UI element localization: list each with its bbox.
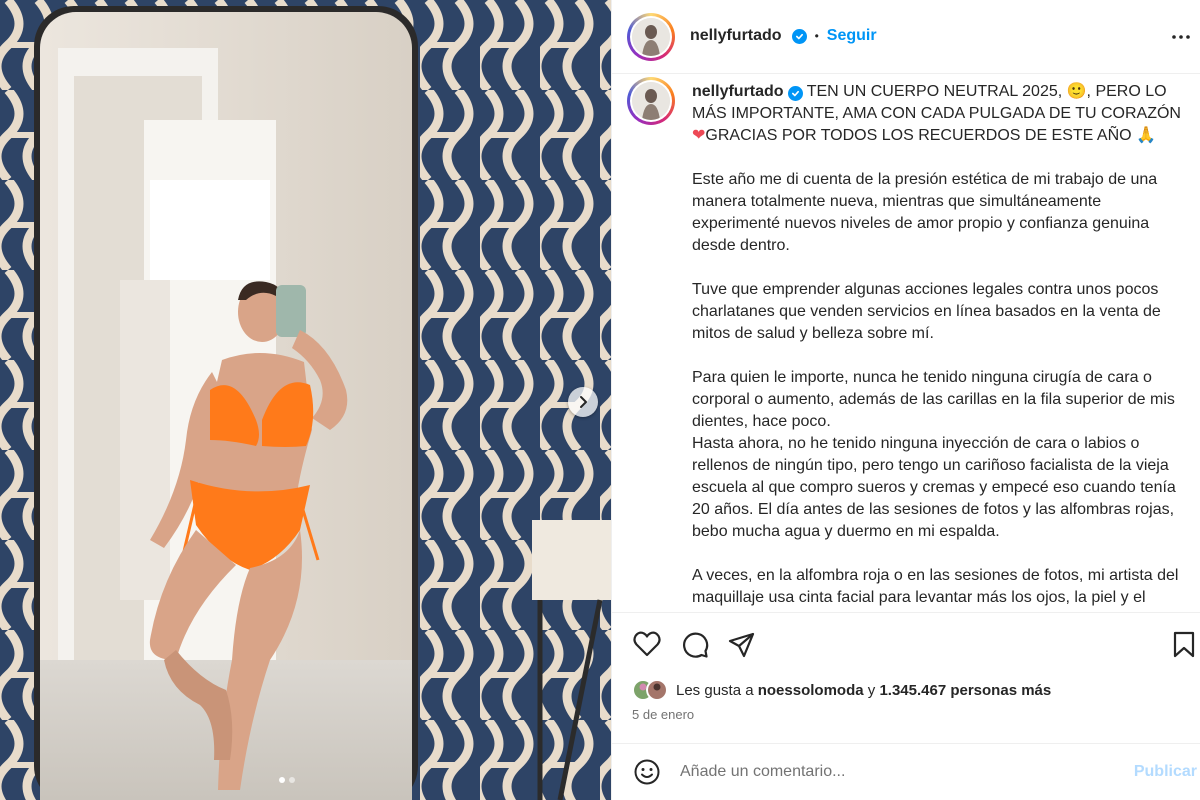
caption-headline: nellyfurtado TEN UN CUERPO NEUTRAL 2025,… — [692, 81, 1192, 147]
likes-count[interactable]: 1.345.467 personas más — [879, 682, 1051, 699]
comment-icon — [683, 632, 709, 658]
heart-icon — [633, 631, 661, 657]
comment-button[interactable] — [681, 631, 709, 664]
caption-headline-1: TEN UN CUERPO NEUTRAL 2025, 🙂, PERO LO — [806, 83, 1167, 100]
comment-input[interactable] — [680, 758, 1110, 786]
liker-avatar — [646, 679, 668, 701]
header-separator: • — [814, 29, 819, 43]
caption-headline-2: MÁS IMPORTANTE, AMA CON CADA PULGADA DE … — [692, 105, 1181, 122]
likes-user-link[interactable]: noessolomoda — [758, 682, 864, 699]
caption-text: nellyfurtado TEN UN CUERPO NEUTRAL 2025,… — [692, 81, 1192, 612]
verified-badge-icon — [791, 28, 807, 44]
caption-paragraph-3: Para quien le importe, nunca he tenido n… — [692, 369, 1175, 430]
like-button[interactable] — [633, 631, 661, 662]
caption-paragraph-4: Hasta ahora, no he tenido ninguna inyecc… — [692, 435, 1176, 540]
author-username[interactable]: nellyfurtado — [690, 27, 782, 45]
comment-box: Publicar — [612, 743, 1200, 800]
heart-emoji-icon: ❤ — [692, 127, 706, 144]
post-photo — [0, 0, 611, 800]
caption-scroll-area[interactable]: nellyfurtado TEN UN CUERPO NEUTRAL 2025,… — [612, 75, 1200, 612]
carousel-dot — [289, 777, 295, 783]
caption-paragraph-2: Tuve que emprender algunas acciones lega… — [692, 281, 1161, 342]
avatar-image — [632, 82, 670, 120]
caption-headline-3: GRACIAS POR TODOS LOS RECUERDOS DE ESTE … — [705, 127, 1156, 144]
avatar-image — [632, 18, 670, 56]
caption-username[interactable]: nellyfurtado — [692, 83, 784, 100]
emoji-icon — [634, 759, 660, 785]
carousel-indicator — [279, 777, 295, 783]
more-options-button[interactable] — [1171, 27, 1191, 52]
likes-prefix: Les gusta a — [676, 681, 754, 699]
carousel-dot-active — [279, 777, 285, 783]
bookmark-icon — [1173, 631, 1195, 658]
caption-paragraph-1: Este año me di cuenta de la presión esté… — [692, 171, 1158, 254]
post-details-panel: nellyfurtado • Seguir nellyfurtado TEN U… — [611, 0, 1200, 800]
next-slide-button[interactable] — [568, 387, 598, 417]
chevron-right-icon — [580, 396, 587, 408]
caption-paragraph-5: A veces, en la alfombra roja o en las se… — [692, 567, 1179, 612]
save-button[interactable] — [1172, 631, 1196, 664]
send-icon — [728, 632, 755, 658]
post-media — [0, 0, 611, 800]
post-actions: Les gusta a noessolomoda y 1.345.467 per… — [612, 612, 1200, 792]
post-date[interactable]: 5 de enero — [632, 707, 694, 722]
post-header: nellyfurtado • Seguir — [612, 0, 1200, 74]
likes-summary: Les gusta a noessolomoda y 1.345.467 per… — [632, 679, 1051, 701]
share-button[interactable] — [728, 631, 756, 664]
follow-button[interactable]: Seguir — [827, 27, 877, 45]
verified-badge-icon — [787, 86, 803, 101]
publish-button[interactable]: Publicar — [1134, 763, 1197, 781]
likes-conj: y — [867, 681, 876, 699]
emoji-button[interactable] — [634, 759, 660, 790]
author-avatar[interactable] — [627, 13, 675, 61]
more-horizontal-icon — [1172, 35, 1190, 39]
caption-author-avatar[interactable] — [627, 77, 675, 125]
